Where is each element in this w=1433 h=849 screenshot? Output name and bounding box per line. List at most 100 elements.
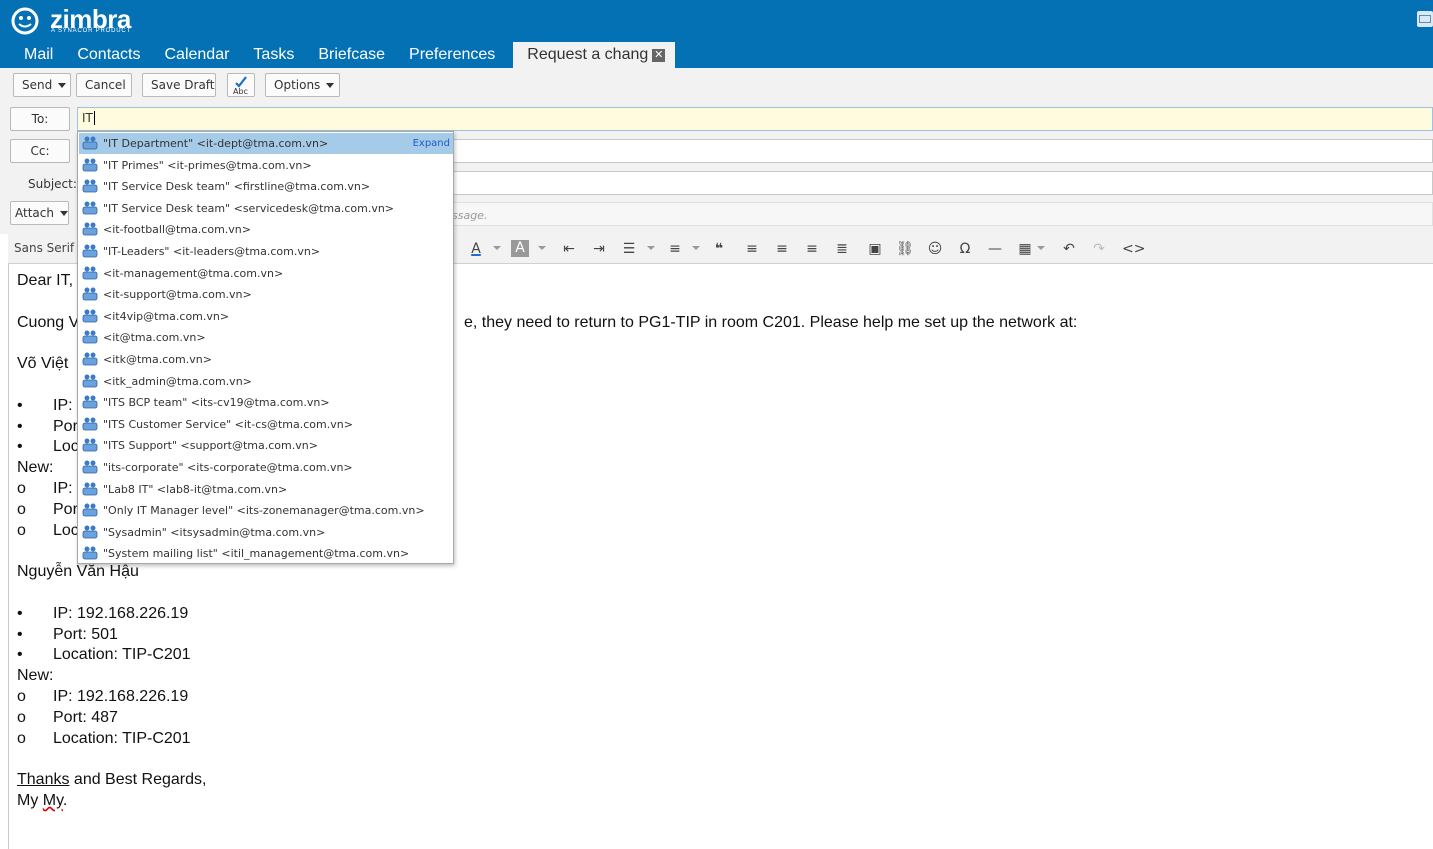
expand-link[interactable]: Expand [413,133,450,154]
spell-check-icon: Abc [233,76,248,96]
tab-briefcase[interactable]: Briefcase [306,42,397,68]
table-icon[interactable]: ▦ [1015,239,1035,259]
zimbra-logo[interactable]: zimbra A SYNACOR PRODUCT [10,4,131,36]
attach-button[interactable]: Attach [10,201,69,225]
tab-contacts[interactable]: Contacts [65,42,152,68]
chevron-down-icon[interactable] [493,246,501,250]
autocomplete-item-label: "ITS Customer Service" <it-cs@tma.com.vn… [103,417,353,431]
contact-group-icon [82,244,98,258]
autocomplete-item[interactable]: "Sysadmin" <itsysadmin@tma.com.vn> [79,522,453,543]
emoticon-icon[interactable]: ☺ [925,239,945,259]
contact-group-icon [82,438,98,452]
send-button[interactable]: Send [13,73,71,97]
indent-icon[interactable]: ⇥ [589,239,609,259]
zimbra-logo-icon [11,7,39,35]
align-left-icon[interactable]: ≡ [742,239,762,259]
redo-icon[interactable]: ↷ [1089,239,1109,259]
autocomplete-item-label: "ITS BCP team" <its-cv19@tma.com.vn> [103,396,330,410]
to-input[interactable]: IT [77,107,1433,131]
autocomplete-item[interactable]: <itk_admin@tma.com.vn> [79,371,453,392]
tab-mail[interactable]: Mail [0,42,65,68]
bullet-marker: • [17,418,23,435]
tab-tasks[interactable]: Tasks [241,42,306,68]
logo-subtitle: A SYNACOR PRODUCT [51,28,131,34]
bullet-marker: • [17,438,23,455]
autocomplete-item[interactable]: "Only IT Manager level" <its-zonemanager… [79,500,453,521]
source-code-icon[interactable]: <> [1122,239,1145,259]
autocomplete-item[interactable]: "IT Service Desk team" <firstline@tma.co… [79,176,453,197]
autocomplete-item[interactable]: <it-support@tma.com.vn> [79,284,453,305]
contact-group-icon [82,525,98,539]
to-button[interactable]: To: [10,107,70,131]
autocomplete-item[interactable]: "ITS Support" <support@tma.com.vn> [79,435,453,456]
chevron-down-icon[interactable] [647,246,655,250]
app-header: zimbra A SYNACOR PRODUCT Mail Contacts C… [0,0,1433,68]
autocomplete-item[interactable]: "IT Department" <it-dept@tma.com.vn> Expa… [79,133,453,154]
autocomplete-item[interactable]: "ITS BCP team" <its-cv19@tma.com.vn> [79,392,453,413]
autocomplete-item-label: "IT Department" <it-dept@tma.com.vn> [103,137,329,150]
autocomplete-item[interactable]: <it4vip@tma.com.vn> [79,306,453,327]
closing-text: Thanks and Best Regards, [17,771,206,789]
autocomplete-item[interactable]: "ITS Customer Service" <it-cs@tma.com.vn… [79,414,453,435]
font-color-icon[interactable]: A [466,239,486,259]
autocomplete-item[interactable]: <itk@tma.com.vn> [79,349,453,370]
chevron-down-icon[interactable] [1037,246,1045,250]
person2-new-port: o Port: 487 [17,709,118,726]
person2-port: • Port: 501 [17,626,118,643]
align-right-icon[interactable]: ≡ [802,239,822,259]
mail-notification-icon[interactable] [1417,11,1433,27]
contact-group-icon [82,482,98,495]
sub-bullet-marker: o [17,522,26,539]
autocomplete-item[interactable]: <it-management@tma.com.vn> [79,263,453,284]
spell-check-button[interactable]: Abc [227,73,255,97]
autocomplete-item-label: "System mailing list" <itil_management@t… [103,547,410,561]
sub-bullet-marker: o [17,480,26,497]
bullet-marker: • [17,605,23,622]
bullet-list-icon[interactable]: ☰ [619,239,639,259]
highlight-color-icon[interactable]: A [511,240,529,257]
attach-label: Attach [15,206,54,220]
cancel-button[interactable]: Cancel [76,73,132,97]
autocomplete-item[interactable]: "IT-Leaders" <it-leaders@tma.com.vn> [79,241,453,262]
horizontal-line-icon[interactable]: — [985,239,1005,259]
closing-thanks: Thanks [17,771,70,788]
person1-name: Võ Việt [17,355,69,372]
autocomplete-item[interactable]: "Lab8 IT" <lab8-it@tma.com.vn> [79,479,453,500]
autocomplete-item[interactable]: "IT Service Desk team" <servicedesk@tma.… [79,198,453,219]
contact-group-icon [82,503,98,517]
numbered-list-icon[interactable]: ≡ [665,239,685,259]
close-icon[interactable]: ✕ [652,48,666,62]
outdent-icon[interactable]: ⇤ [559,239,579,259]
tab-compose-active[interactable]: Request a chang ✕ [513,42,676,68]
tab-calendar[interactable]: Calendar [152,42,241,68]
undo-icon[interactable]: ↶ [1059,239,1079,259]
align-center-icon[interactable]: ≡ [772,239,792,259]
cc-button[interactable]: Cc: [10,139,70,163]
autocomplete-item[interactable]: <it@tma.com.vn> [79,327,453,348]
autocomplete-item[interactable]: "IT Primes" <it-primes@tma.com.vn> [79,155,453,176]
font-family-select[interactable]: Sans Serif [14,241,74,255]
signature-second: My [42,792,63,809]
options-button[interactable]: Options [265,73,340,97]
blockquote-icon[interactable]: ❝ [709,239,729,259]
save-draft-button[interactable]: Save Draft [142,73,216,97]
tab-preferences[interactable]: Preferences [397,42,507,68]
autocomplete-item[interactable]: <it-football@tma.com.vn> [79,219,453,240]
autocomplete-item[interactable]: "System mailing list" <itil_management@t… [79,543,453,564]
autocomplete-item[interactable]: "its-corporate" <its-corporate@tma.com.v… [79,457,453,478]
contact-group-icon [82,374,98,387]
contact-group-icon [82,136,98,150]
special-character-icon[interactable]: Ω [955,239,975,259]
justify-icon[interactable]: ≣ [832,239,852,259]
app-tabs: Mail Contacts Calendar Tasks Briefcase P… [0,42,676,68]
chevron-down-icon[interactable] [538,246,546,250]
contact-group-icon [82,330,98,344]
sub-bullet-marker: o [17,501,26,518]
contact-group-icon [82,201,98,215]
autocomplete-item-label: "Sysadmin" <itsysadmin@tma.com.vn> [103,525,326,539]
autocomplete-item-label: "IT Service Desk team" <firstline@tma.co… [103,180,371,194]
signature-dot: . [62,792,68,809]
image-icon[interactable]: ▣ [865,239,885,259]
chevron-down-icon[interactable] [692,246,700,250]
link-icon[interactable]: ⛓ [895,239,915,259]
